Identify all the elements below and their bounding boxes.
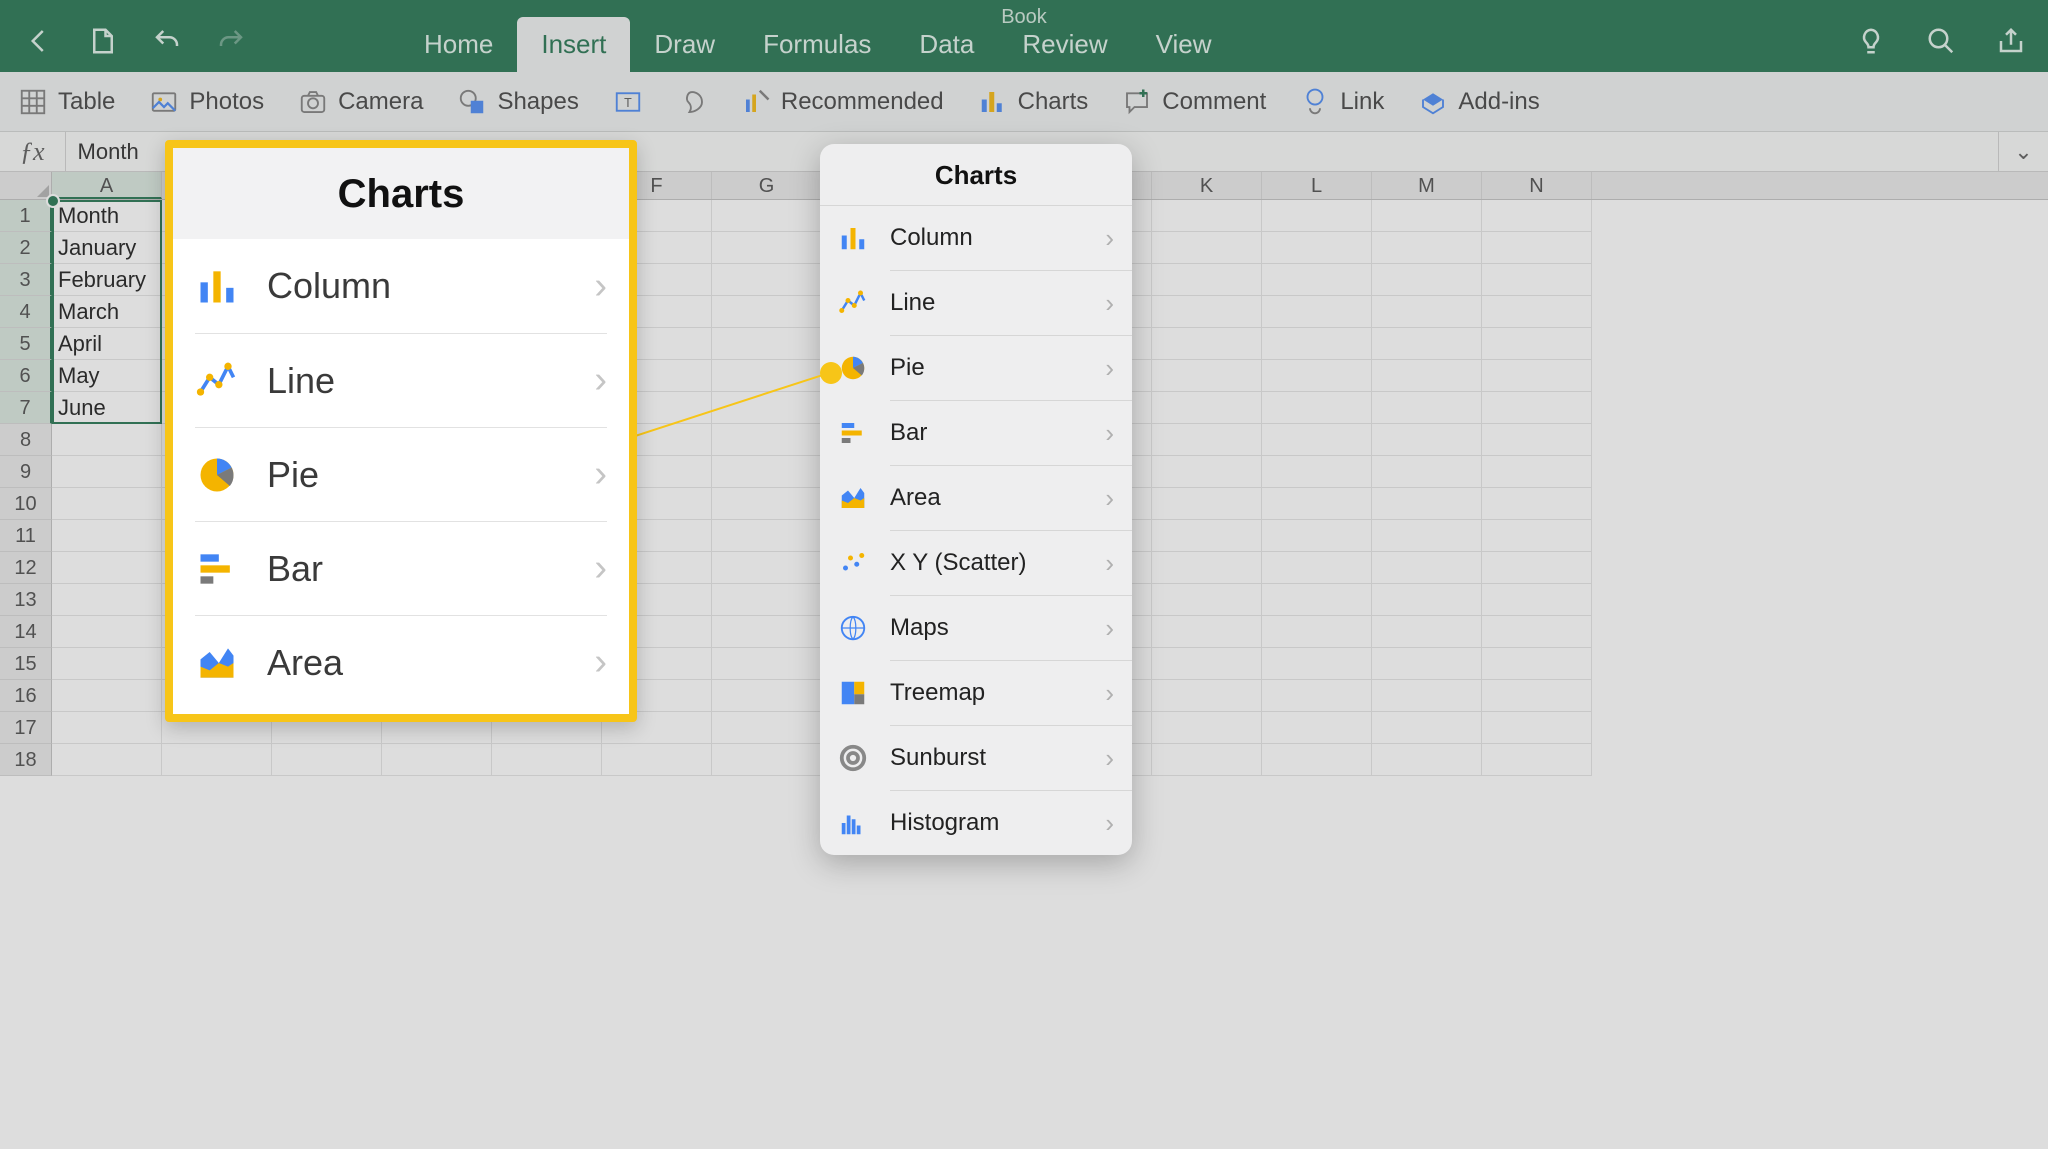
chart-type-label: Column bbox=[890, 224, 1083, 252]
chart-type-icon bbox=[195, 264, 239, 308]
chart-type-label: Bar bbox=[267, 548, 566, 590]
charts-popover-title: Charts bbox=[820, 144, 1132, 206]
chevron-right-icon: › bbox=[594, 453, 607, 496]
chevron-right-icon: › bbox=[1105, 223, 1114, 254]
chevron-right-icon: › bbox=[1105, 743, 1114, 774]
charts-popover-list: Column›Line›Pie›Bar›Area›X Y (Scatter)›M… bbox=[820, 206, 1132, 855]
chevron-right-icon: › bbox=[1105, 418, 1114, 449]
chevron-right-icon: › bbox=[1105, 678, 1114, 709]
chevron-right-icon: › bbox=[1105, 548, 1114, 579]
chart-type-label: Area bbox=[267, 642, 566, 684]
charts-popover-item-maps[interactable]: Maps › bbox=[820, 596, 1132, 660]
chart-type-icon bbox=[838, 743, 868, 773]
chart-type-icon bbox=[838, 613, 868, 643]
chevron-right-icon: › bbox=[1105, 808, 1114, 839]
chart-type-icon bbox=[838, 353, 868, 383]
chart-type-label: Histogram bbox=[890, 809, 1083, 837]
chart-type-icon bbox=[838, 678, 868, 708]
charts-callout-item-area[interactable]: Area › bbox=[195, 615, 607, 709]
charts-popover-item-area[interactable]: Area › bbox=[820, 466, 1132, 530]
chart-type-label: Pie bbox=[890, 354, 1083, 382]
chart-type-icon bbox=[838, 288, 868, 318]
charts-callout-title: Charts bbox=[173, 148, 629, 239]
charts-popover-item-bar[interactable]: Bar › bbox=[820, 401, 1132, 465]
chart-type-icon bbox=[838, 808, 868, 838]
charts-popover-item-x-y-scatter-[interactable]: X Y (Scatter) › bbox=[820, 531, 1132, 595]
chart-type-icon bbox=[195, 359, 239, 403]
chart-type-icon bbox=[195, 547, 239, 591]
chart-type-icon bbox=[195, 453, 239, 497]
chart-type-icon bbox=[838, 548, 868, 578]
chart-type-icon bbox=[838, 223, 868, 253]
charts-callout-item-pie[interactable]: Pie › bbox=[195, 427, 607, 521]
chevron-right-icon: › bbox=[594, 547, 607, 590]
charts-popover-item-treemap[interactable]: Treemap › bbox=[820, 661, 1132, 725]
chevron-right-icon: › bbox=[1105, 288, 1114, 319]
chevron-right-icon: › bbox=[594, 641, 607, 684]
chart-type-label: X Y (Scatter) bbox=[890, 549, 1083, 577]
chart-type-label: Column bbox=[267, 265, 566, 307]
charts-callout-item-bar[interactable]: Bar › bbox=[195, 521, 607, 615]
chart-type-label: Treemap bbox=[890, 679, 1083, 707]
chart-type-icon bbox=[838, 418, 868, 448]
charts-popover: Charts Column›Line›Pie›Bar›Area›X Y (Sca… bbox=[820, 144, 1132, 855]
chart-type-label: Pie bbox=[267, 454, 566, 496]
chevron-right-icon: › bbox=[1105, 613, 1114, 644]
charts-callout-list: Column › Line › Pie › Bar › Area › bbox=[173, 239, 629, 709]
chart-type-label: Sunburst bbox=[890, 744, 1083, 772]
charts-callout-item-line[interactable]: Line › bbox=[195, 333, 607, 427]
chart-type-label: Area bbox=[890, 484, 1083, 512]
charts-callout: Charts Column › Line › Pie › Bar › Area › bbox=[165, 140, 637, 722]
chevron-right-icon: › bbox=[594, 265, 607, 308]
chart-type-label: Bar bbox=[890, 419, 1083, 447]
charts-popover-item-histogram[interactable]: Histogram › bbox=[820, 791, 1132, 855]
charts-callout-item-column[interactable]: Column › bbox=[195, 239, 607, 333]
chevron-right-icon: › bbox=[1105, 353, 1114, 384]
charts-popover-item-pie[interactable]: Pie › bbox=[820, 336, 1132, 400]
charts-popover-item-column[interactable]: Column › bbox=[820, 206, 1132, 270]
charts-popover-item-sunburst[interactable]: Sunburst › bbox=[820, 726, 1132, 790]
chart-type-label: Line bbox=[890, 289, 1083, 317]
chart-type-label: Maps bbox=[890, 614, 1083, 642]
charts-popover-item-line[interactable]: Line › bbox=[820, 271, 1132, 335]
chart-type-icon bbox=[838, 483, 868, 513]
callout-dot bbox=[820, 362, 842, 384]
chart-type-label: Line bbox=[267, 360, 566, 402]
chart-type-icon bbox=[195, 641, 239, 685]
chevron-right-icon: › bbox=[1105, 483, 1114, 514]
chevron-right-icon: › bbox=[594, 359, 607, 402]
